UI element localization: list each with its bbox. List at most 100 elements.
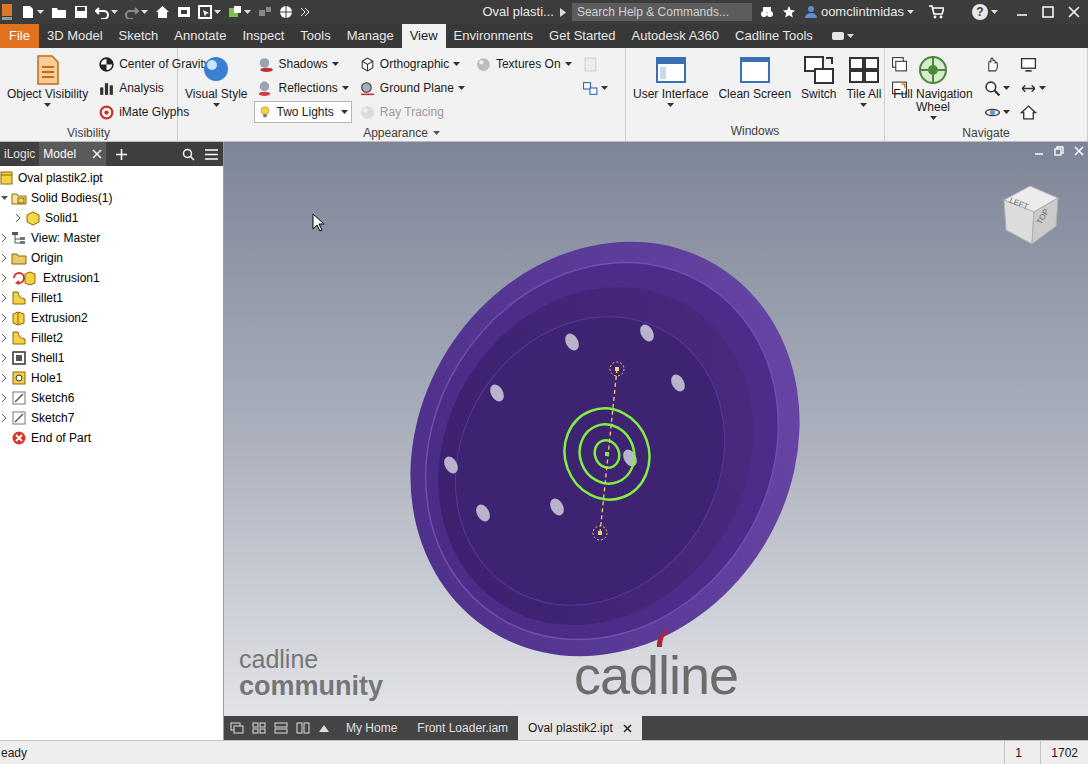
ribbon-button-label[interactable]: Analysis [119,79,164,97]
new-button[interactable] [21,5,44,19]
ribbon-display-button[interactable] [821,24,854,48]
ribbon-tab[interactable]: Annotate [166,24,234,48]
tree-item[interactable]: Fillet1 [0,288,223,308]
document-tab[interactable]: Front Loader.iam [407,716,518,740]
ribbon-tab[interactable]: Tools [292,24,338,48]
maximize-icon[interactable] [1042,6,1054,18]
restore-icon[interactable] [1054,146,1064,156]
ribbon-button[interactable]: Object Visibility [4,52,91,108]
material-button[interactable] [228,5,251,19]
home-icon[interactable] [155,5,170,19]
star-icon[interactable] [782,5,796,19]
user-name[interactable]: oomclintmidas [821,2,904,22]
ribbon-icon-button[interactable] [579,52,611,76]
view-cube-label[interactable]: TOP [1035,207,1051,226]
dropdown-arrow-icon[interactable] [111,10,118,15]
help-search-field[interactable] [572,3,752,21]
tree-item-label[interactable]: Solid Bodies(1) [29,189,112,207]
tile-all-icon[interactable] [848,52,880,88]
document-tab-label[interactable]: My Home [346,719,397,737]
dropdown-arrow-icon[interactable] [332,62,339,67]
collapsed-arrow-icon[interactable] [0,394,9,402]
previous-view-icon[interactable] [1020,80,1037,97]
binoculars-icon[interactable] [760,5,774,19]
dropdown-arrow-icon[interactable] [847,34,854,39]
dropdown-arrow-icon[interactable] [44,103,51,108]
local-update-button[interactable] [177,5,191,19]
ribbon-tab[interactable]: 3D Model [39,24,111,48]
tree-item[interactable]: View: Master [0,228,223,248]
tree-item-label[interactable]: Oval plastik2.ipt [16,169,103,187]
ground-plane-icon[interactable] [359,80,376,97]
zoom-icon[interactable] [984,80,1001,97]
collapsed-arrow-icon[interactable] [0,254,9,262]
home-view-icon[interactable] [1020,104,1037,121]
ribbon-small-button[interactable]: Center of Gravity [95,52,213,76]
ribbon-tab[interactable]: View [402,24,446,48]
material-icon[interactable] [228,5,242,19]
horizontal-tile-icon[interactable] [274,722,288,734]
multi-window-icon[interactable] [582,80,599,97]
ribbon-button-label[interactable]: Visual Style [185,88,247,101]
redo-icon[interactable] [125,5,139,19]
document-tab[interactable]: My Home [336,716,407,740]
panel-menu-arrow-icon[interactable] [433,131,440,136]
ribbon-icon-button[interactable] [981,52,1013,76]
document-list-icon[interactable] [318,723,330,733]
expand-arrow-icon[interactable] [560,8,566,17]
tree-item-label[interactable]: Sketch7 [29,409,74,427]
imate-glyph-icon[interactable] [98,104,115,121]
tree-item[interactable]: Solid1 [0,208,223,228]
open-button[interactable] [51,5,67,19]
tree-item-label[interactable]: Origin [29,249,63,267]
close-tab-icon[interactable] [92,149,102,159]
ribbon-button-label[interactable]: Switch [801,88,836,101]
dropdown-arrow-icon[interactable] [341,110,348,115]
sphere-icon[interactable] [359,104,376,121]
close-icon[interactable] [1068,6,1080,18]
ribbon-icon-button[interactable] [1017,52,1049,76]
view-cube-label[interactable]: LEFT [1008,196,1030,212]
ribbon-small-button[interactable]: Textures On [472,52,575,76]
ribbon-small-button[interactable]: Reflections [254,76,351,100]
ribbon-button-label[interactable]: Full Navigation Wheel [892,88,974,114]
browser-tab-label[interactable]: iLogic [4,145,35,163]
menu-icon[interactable] [200,142,223,166]
help-icon[interactable]: ? [972,4,988,20]
dropdown-arrow-icon[interactable] [37,10,44,15]
save-button[interactable] [74,5,88,19]
expanded-arrow-icon[interactable] [0,196,9,201]
dropdown-arrow-icon[interactable] [565,62,572,67]
center-of-gravity-icon[interactable] [98,56,115,73]
document-tab[interactable]: Oval plastik2.ipt [518,716,642,740]
pan-icon[interactable] [984,56,1001,73]
tree-item-label[interactable]: Sketch6 [29,389,74,407]
minimize-icon[interactable] [1016,6,1028,18]
dropdown-arrow-icon[interactable] [1039,86,1046,91]
document-tab-label[interactable]: Oval plastik2.ipt [528,719,613,737]
tile-icon[interactable] [252,722,266,734]
tree-item[interactable]: Oval plastik2.ipt [0,168,223,188]
dropdown-arrow-icon[interactable] [213,103,220,108]
ribbon-button-label[interactable]: Reflections [278,79,337,97]
dropdown-arrow-icon[interactable] [601,86,608,91]
dropdown-arrow-icon[interactable] [141,10,148,15]
tree-item-label[interactable]: Extrusion1 [41,269,100,287]
more-icon[interactable] [300,7,310,17]
dropdown-arrow-icon[interactable] [1003,110,1010,115]
ribbon-tab[interactable]: Environments [446,24,541,48]
part-model[interactable] [224,142,1088,716]
dropdown-arrow-icon[interactable] [907,10,914,15]
collapsed-arrow-icon[interactable] [0,354,9,362]
dropdown-arrow-icon[interactable] [214,10,221,15]
undo-button[interactable] [95,5,118,19]
ribbon-icon-button[interactable] [981,100,1013,124]
ribbon-small-button[interactable]: iMate Glyphs [95,100,213,124]
tree-item[interactable]: End of Part [0,428,223,448]
open-icon[interactable] [51,5,67,19]
dropdown-arrow-icon[interactable] [458,86,465,91]
web-button[interactable] [279,5,293,19]
save-icon[interactable] [74,5,88,19]
collapsed-arrow-icon[interactable] [0,274,9,282]
ribbon-button-label[interactable]: Object Visibility [7,88,88,101]
